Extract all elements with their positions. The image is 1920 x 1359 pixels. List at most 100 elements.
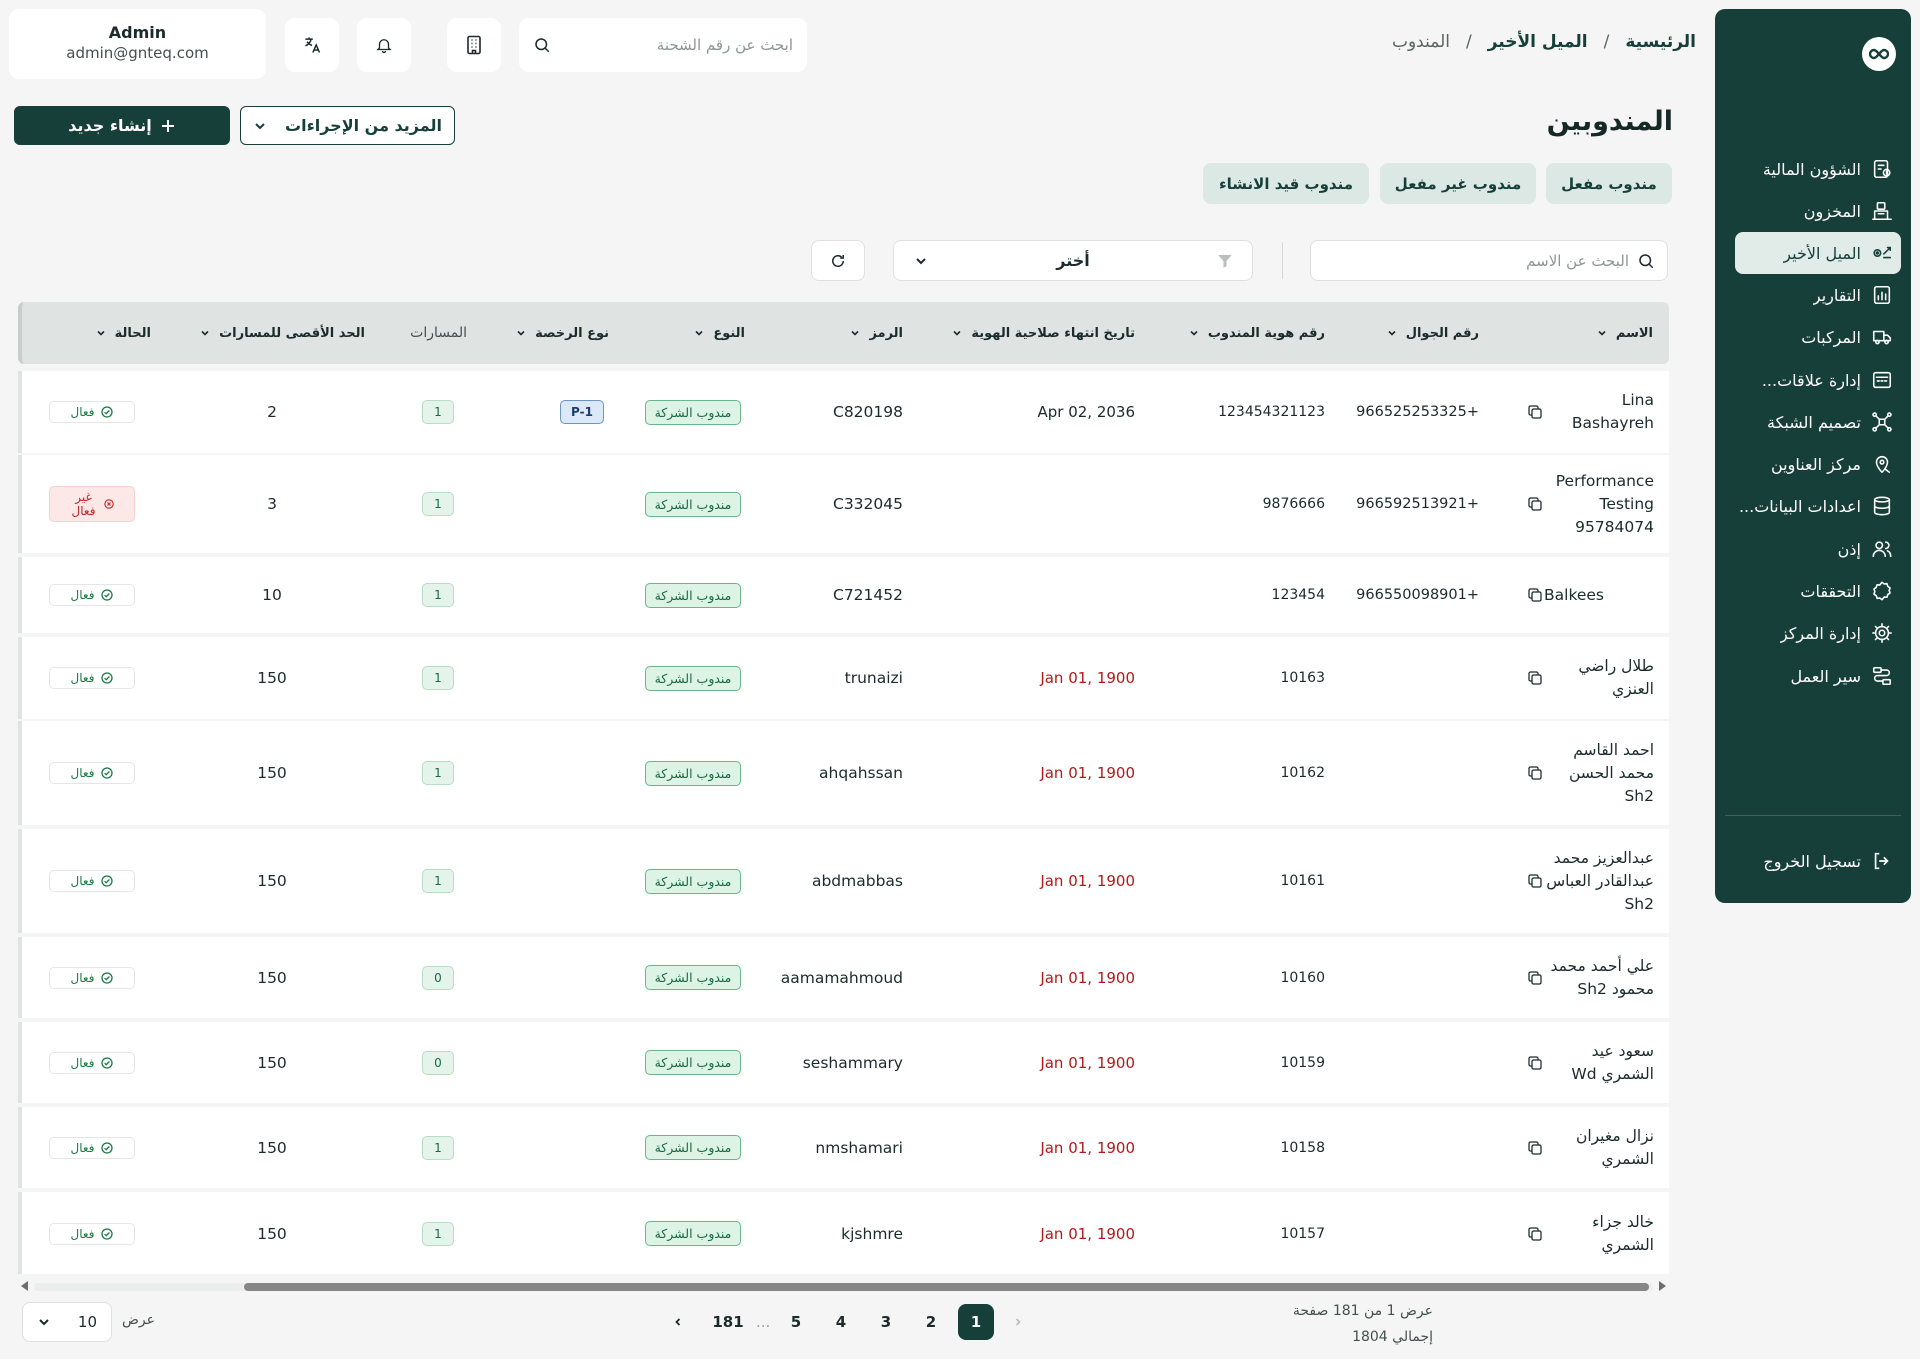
filter-select[interactable]: أختر — [893, 240, 1253, 281]
notifications-button[interactable] — [357, 18, 411, 72]
table-row[interactable]: Performance Testing 95784074 966592513921… — [18, 455, 1669, 553]
tab-inactive-agents[interactable]: مندوب غير مفعل — [1380, 163, 1536, 204]
logo-icon[interactable] — [1862, 37, 1896, 71]
logout-button[interactable]: تسجيل الخروج — [1735, 840, 1901, 882]
sidebar-item-crm[interactable]: إدارة علاقات... — [1735, 359, 1901, 401]
copy-icon[interactable] — [1520, 1107, 1550, 1188]
create-new-button[interactable]: إنشاء جديد — [14, 106, 230, 145]
type-badge: مندوب الشركة — [644, 965, 742, 990]
sidebar-item-verification[interactable]: التحققات — [1735, 570, 1901, 612]
sidebar-item-label: التقارير — [1812, 285, 1861, 305]
column-type-header[interactable]: النوع — [693, 302, 745, 364]
table-row[interactable]: عبدالعزيز محمد عبدالقادر العباس Sh2 10161… — [18, 829, 1669, 933]
scroll-right-icon[interactable] — [1657, 1279, 1669, 1293]
more-actions-button[interactable]: المزيد من الإجراءات — [240, 106, 455, 145]
copy-icon[interactable] — [1520, 937, 1550, 1018]
table-row[interactable]: نزال مغيران الشمري 10158 Jan 01, 1900 nmsha… — [18, 1107, 1669, 1188]
sidebar-item-vehicle[interactable]: المركبات — [1735, 316, 1901, 358]
cell-status: فعال — [48, 1107, 136, 1188]
column-license-header[interactable]: نوع الرخصة — [515, 302, 609, 364]
pagination-page-2[interactable]: 2 — [913, 1304, 949, 1340]
cell-max-paths: 150 — [257, 1053, 287, 1072]
column-phone-header[interactable]: رقم الجوال — [1386, 302, 1479, 364]
table-row[interactable]: Lina Bashayreh 966525253325+ 123454321123 A… — [18, 371, 1669, 453]
page-size-select[interactable]: 10 — [22, 1302, 112, 1342]
language-button[interactable] — [285, 18, 339, 72]
copy-icon[interactable] — [1520, 455, 1550, 553]
horizontal-scrollbar[interactable] — [18, 1279, 1669, 1293]
cell-type: مندوب الشركة — [639, 557, 747, 633]
table-row[interactable]: Balkees 966550098901+ 123454 C721452 مندوب ا… — [18, 557, 1669, 633]
cell-license — [559, 937, 605, 1018]
breadcrumb-home[interactable]: الرئيسية — [1625, 32, 1696, 52]
sidebar-item-label: الميل الأخير — [1783, 243, 1861, 263]
sidebar-item-workflow[interactable]: سير العمل — [1735, 655, 1901, 697]
column-code-header[interactable]: الرمز — [849, 302, 903, 364]
sidebar-item-last-mile[interactable]: الميل الأخير — [1735, 232, 1901, 274]
pagination-page-4[interactable]: 4 — [823, 1304, 859, 1340]
scroll-thumb[interactable] — [244, 1283, 1649, 1291]
breadcrumb-section[interactable]: الميل الأخير — [1488, 32, 1588, 52]
check-circle-icon — [101, 406, 114, 418]
pagination-next[interactable] — [660, 1304, 696, 1340]
status-badge: فعال — [49, 1136, 135, 1159]
sidebar-item-center-settings[interactable]: إدارة المركز — [1735, 612, 1901, 654]
cell-phone: 966525253325+ — [1356, 404, 1479, 420]
sidebar-item-inventory[interactable]: المخزون — [1735, 190, 1901, 232]
tab-pending-agents[interactable]: مندوب قيد الانشاء — [1203, 163, 1369, 204]
copy-icon[interactable] — [1520, 1022, 1550, 1103]
copy-icon[interactable] — [1520, 637, 1550, 719]
pagination-prev[interactable] — [1000, 1304, 1036, 1340]
column-id-expiry-header[interactable]: تاريخ انتهاء صلاحية الهوية — [951, 302, 1135, 364]
copy-icon[interactable] — [1520, 557, 1550, 633]
column-agent-id-header[interactable]: رقم هوية المندوب — [1188, 302, 1325, 364]
copy-icon[interactable] — [1520, 1192, 1550, 1274]
sidebar-item-network[interactable]: تصميم الشبكة — [1735, 401, 1901, 443]
tab-active-agents[interactable]: مندوب مفعل — [1546, 163, 1672, 204]
pagination-last-page[interactable]: 181 — [709, 1304, 747, 1340]
table-row[interactable]: احمد القاسم محمد الحسن Sh2 10162 Jan 01, 1… — [18, 721, 1669, 825]
sidebar-item-finance[interactable]: الشؤون المالية — [1735, 148, 1901, 190]
sidebar-item-database[interactable]: اعدادات البيانات... — [1735, 485, 1901, 527]
user-card[interactable]: Admin admin@gnteq.com — [9, 9, 266, 79]
address-icon — [1871, 453, 1893, 475]
breadcrumb: المندوب / الميل الأخير / الرئيسية — [1392, 32, 1696, 52]
table-row[interactable]: خالد جزاء الشمري 10157 Jan 01, 1900 kjshmre… — [18, 1192, 1669, 1274]
cell-status: فعال — [48, 1192, 136, 1274]
table-row[interactable]: سعود عيد الشمري Wd 10159 Jan 01, 1900 sesha… — [18, 1022, 1669, 1103]
pagination-page-5[interactable]: 5 — [778, 1304, 814, 1340]
cell-license — [559, 721, 605, 825]
sidebar-item-address[interactable]: مركز العناوين — [1735, 443, 1901, 485]
cell-name: Balkees — [1544, 585, 1605, 604]
table-row[interactable]: طلال راضي العنزي 10163 Jan 01, 1900 trunaiz… — [18, 637, 1669, 719]
name-search-input[interactable] — [1329, 251, 1629, 270]
name-search[interactable] — [1310, 240, 1668, 281]
table-row[interactable]: علي أحمد محمد محمود Sh2 10160 Jan 01, 1900… — [18, 937, 1669, 1018]
branch-button[interactable] — [447, 18, 501, 72]
check-circle-icon — [101, 767, 114, 779]
chevron-down-icon — [253, 119, 267, 133]
sidebar-item-permission[interactable]: إذن — [1735, 528, 1901, 570]
column-name-header[interactable]: الاسم — [1596, 302, 1653, 364]
status-badge: فعال — [49, 584, 135, 606]
paths-badge: 0 — [422, 1050, 454, 1075]
sidebar-item-reports[interactable]: التقارير — [1735, 274, 1901, 316]
check-circle-icon — [101, 1056, 114, 1069]
cell-code: abdmabbas — [811, 872, 903, 890]
cell-paths: 1 — [422, 371, 454, 453]
column-max-paths-header[interactable]: الحد الأقصى للمسارات — [199, 302, 365, 364]
pagination-page-1[interactable]: 1 — [958, 1304, 994, 1340]
scroll-left-icon[interactable] — [18, 1279, 30, 1293]
copy-icon[interactable] — [1520, 721, 1550, 825]
sidebar-item-label: إدارة علاقات... — [1761, 370, 1861, 390]
cell-type: مندوب الشركة — [639, 455, 747, 553]
column-status-header[interactable]: الحالة — [95, 302, 151, 364]
shipment-search[interactable] — [519, 18, 807, 72]
copy-icon[interactable] — [1520, 829, 1550, 933]
filter-select-value: أختر — [1056, 251, 1090, 270]
refresh-button[interactable] — [811, 240, 865, 281]
shipment-search-input[interactable] — [563, 36, 793, 54]
cell-paths: 1 — [422, 1192, 454, 1274]
copy-icon[interactable] — [1520, 371, 1550, 453]
pagination-page-3[interactable]: 3 — [868, 1304, 904, 1340]
